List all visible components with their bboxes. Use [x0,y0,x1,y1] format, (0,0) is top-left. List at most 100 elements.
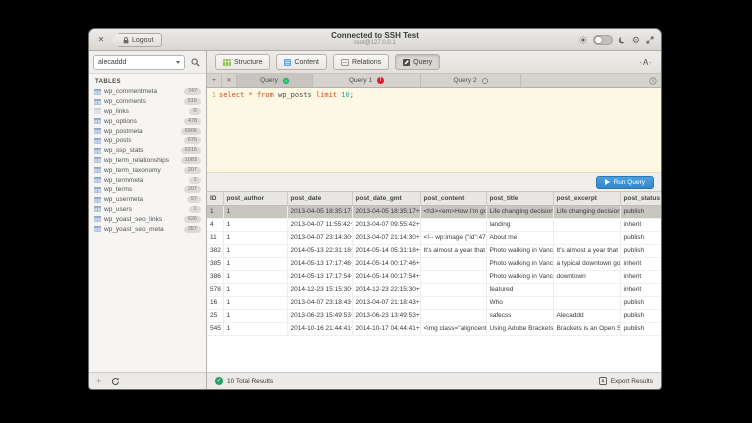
cell-post_date[interactable]: 2013-04-07 23:18:43+0 [287,296,352,309]
query-tab-query[interactable]: Query [237,74,313,87]
sidebar-table-item-wp_term_taxonomy[interactable]: wp_term_taxonomy207 [89,165,206,175]
cell-post_excerpt[interactable] [553,296,620,309]
cell-post_status[interactable]: inherit [620,283,661,296]
table-row[interactable]: 1112013-04-07 23:14:30+02013-04-07 21:14… [207,231,661,244]
cell-post_title[interactable]: Who [486,296,553,309]
cell-post_title[interactable]: Life changing decisions [486,205,553,218]
cell-post_content[interactable]: <h3><em>How I'm going [420,205,486,218]
sidebar-table-item-wp_commentmeta[interactable]: wp_commentmeta747 [89,87,206,97]
cell-post_date[interactable]: 2014-10-16 21:44:41+0 [287,322,352,335]
cell-post_title[interactable]: Photo walking in Vancouv [486,257,553,270]
column-header-post_author[interactable]: post_author [223,192,287,205]
cell-post_author[interactable]: 1 [223,296,287,309]
cell-post_author[interactable]: 1 [223,270,287,283]
sidebar-table-item-wp_options[interactable]: wp_options478 [89,116,206,126]
cell-post_content[interactable] [420,309,486,322]
cell-post_title[interactable]: Using Adobe Brackets as [486,322,553,335]
cell-post_author[interactable]: 1 [223,322,287,335]
sql-editor[interactable]: 1 select * from wp_posts limit 10; [207,88,661,173]
logout-button[interactable]: Logout [110,33,162,47]
export-results-button[interactable]: Export Results [599,377,653,385]
refresh-icon[interactable] [111,377,120,386]
database-selector[interactable]: alecaddd [93,55,185,70]
cell-post_author[interactable]: 1 [223,205,287,218]
table-row[interactable]: 2512013-06-23 15:49:53+02013-06-23 13:49… [207,309,661,322]
table-row[interactable]: 54512014-10-16 21:44:41+02014-10-17 04:4… [207,322,661,335]
cell-post_title[interactable]: Photo walking in Vancouv [486,244,553,257]
sidebar-table-item-wp_terms[interactable]: wp_terms207 [89,185,206,195]
cell-id[interactable]: 11 [207,231,223,244]
search-tables-button[interactable] [188,55,202,70]
cell-post_status[interactable]: publish [620,231,661,244]
sidebar-table-item-wp_yoast_seo_links[interactable]: wp_yoast_seo_links626 [89,214,206,224]
gear-icon[interactable]: ⚙ [632,35,640,45]
cell-post_title[interactable]: Photo walking in Vancouv [486,270,553,283]
cell-post_author[interactable]: 1 [223,283,287,296]
cell-post_date[interactable]: 2013-06-23 15:49:53+0 [287,309,352,322]
cell-post_status[interactable]: publish [620,309,661,322]
fullscreen-icon[interactable] [646,36,654,44]
cell-post_author[interactable]: 1 [223,244,287,257]
cell-post_excerpt[interactable] [553,218,620,231]
cell-post_excerpt[interactable] [553,283,620,296]
new-query-tab-button[interactable]: + [207,74,222,87]
column-header-post_content[interactable]: post_content [420,192,486,205]
cell-post_content[interactable] [420,270,486,283]
cell-post_date_gmt[interactable]: 2013-04-07 21:14:30+0 [352,231,420,244]
cell-post_title[interactable]: About me [486,231,553,244]
cell-post_date_gmt[interactable]: 2014-05-14 00:17:46+0 [352,257,420,270]
cell-post_date_gmt[interactable]: 2013-04-07 21:18:43+0 [352,296,420,309]
relations-tab-button[interactable]: Relations [333,54,389,70]
cell-post_date_gmt[interactable]: 2013-06-23 13:49:53+0 [352,309,420,322]
column-header-post_title[interactable]: post_title [486,192,553,205]
column-header-post_date[interactable]: post_date [287,192,352,205]
query-tab-query-2[interactable]: Query 2 [421,74,521,87]
cell-post_title[interactable]: safecss [486,309,553,322]
cell-post_date_gmt[interactable]: 2013-04-07 09:55:42+0 [352,218,420,231]
cell-post_author[interactable]: 1 [223,218,287,231]
cell-post_title[interactable]: featured [486,283,553,296]
column-header-post_date_gmt[interactable]: post_date_gmt [352,192,420,205]
cell-post_content[interactable] [420,218,486,231]
table-row[interactable]: 1612013-04-07 23:18:43+02013-04-07 21:18… [207,296,661,309]
cell-post_excerpt[interactable]: Alecaddd [553,309,620,322]
add-table-button[interactable]: + [96,377,101,386]
sidebar-table-item-wp_ssp_stats[interactable]: wp_ssp_stats6316 [89,146,206,156]
cell-id[interactable]: 386 [207,270,223,283]
font-size-control[interactable]: ·A· [639,58,653,67]
cell-post_date[interactable]: 2014-05-13 17:17:46+0 [287,257,352,270]
table-row[interactable]: 38212014-05-13 22:31:18+02014-05-14 05:3… [207,244,661,257]
cell-post_content[interactable]: It's almost a year that I m [420,244,486,257]
cell-post_title[interactable]: landing [486,218,553,231]
sidebar-table-item-wp_term_relationships[interactable]: wp_term_relationships1083 [89,156,206,166]
sidebar-table-item-wp_users[interactable]: wp_users1 [89,205,206,215]
column-header-post_excerpt[interactable]: post_excerpt [553,192,620,205]
cell-post_date[interactable]: 2014-05-13 22:31:18+0 [287,244,352,257]
query-tab-button[interactable]: Query [395,54,440,70]
cell-post_excerpt[interactable] [553,231,620,244]
query-history-button[interactable] [645,74,661,87]
sidebar-table-item-wp_termmeta[interactable]: wp_termmeta1 [89,175,206,185]
query-tab-query-1[interactable]: Query 1! [313,74,421,87]
cell-id[interactable]: 16 [207,296,223,309]
cell-post_date[interactable]: 2013-04-07 11:55:42+0 [287,218,352,231]
cell-post_status[interactable]: publish [620,244,661,257]
sidebar-table-item-wp_yoast_seo_meta[interactable]: wp_yoast_seo_meta357 [89,224,206,234]
cell-id[interactable]: 4 [207,218,223,231]
sidebar-table-item-wp_usermeta[interactable]: wp_usermeta57 [89,195,206,205]
cell-post_status[interactable]: inherit [620,218,661,231]
cell-post_excerpt[interactable]: a typical downtown goose [553,257,620,270]
cell-post_status[interactable]: publish [620,205,661,218]
cell-post_date[interactable]: 2013-04-07 23:14:30+0 [287,231,352,244]
structure-tab-button[interactable]: Structure [215,54,270,70]
table-row[interactable]: 38612014-05-13 17:17:54+02014-05-14 00:1… [207,270,661,283]
cell-post_excerpt[interactable]: Brackets is an Open Sour [553,322,620,335]
cell-post_status[interactable]: inherit [620,257,661,270]
sidebar-table-item-wp_posts[interactable]: wp_posts676 [89,136,206,146]
cell-post_excerpt[interactable]: It's almost a year that I m [553,244,620,257]
sidebar-table-item-wp_links[interactable]: wp_links0 [89,107,206,117]
cell-post_date[interactable]: 2014-05-13 17:17:54+0 [287,270,352,283]
table-row[interactable]: 57812014-12-23 15:15:30+02014-12-23 22:1… [207,283,661,296]
cell-post_content[interactable]: <!-- wp:image {"id":4786} [420,231,486,244]
cell-post_content[interactable] [420,257,486,270]
